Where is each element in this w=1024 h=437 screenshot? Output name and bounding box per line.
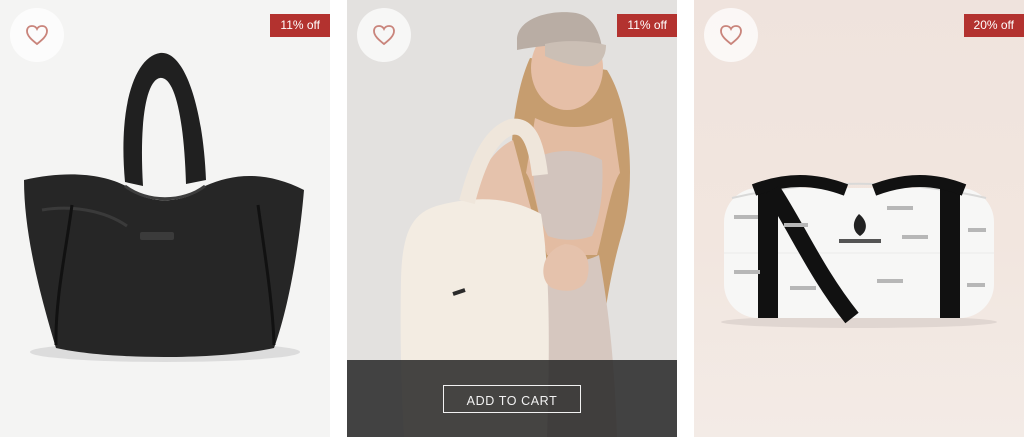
product-card[interactable]: 11% off bbox=[0, 0, 330, 437]
add-to-cart-overlay: ADD TO CART bbox=[347, 360, 677, 437]
add-to-cart-button[interactable]: ADD TO CART bbox=[443, 384, 581, 413]
heart-outline-icon bbox=[373, 25, 395, 46]
wishlist-button[interactable] bbox=[357, 8, 411, 62]
wishlist-button[interactable] bbox=[10, 8, 64, 62]
heart-outline-icon bbox=[720, 25, 742, 46]
product-card[interactable]: 11% off ADD TO CART bbox=[347, 0, 677, 437]
discount-badge: 11% off bbox=[270, 14, 330, 37]
product-image-duffel-bag[interactable] bbox=[694, 0, 1024, 437]
product-image-black-tote[interactable] bbox=[0, 0, 330, 437]
discount-badge: 20% off bbox=[963, 14, 1024, 37]
discount-badge: 11% off bbox=[617, 14, 677, 37]
wishlist-button[interactable] bbox=[704, 8, 758, 62]
product-card[interactable]: 20% off bbox=[694, 0, 1024, 437]
heart-outline-icon bbox=[26, 25, 48, 46]
product-grid-row: 11% off 11% off ADD TO CART 20% off bbox=[0, 0, 1024, 437]
